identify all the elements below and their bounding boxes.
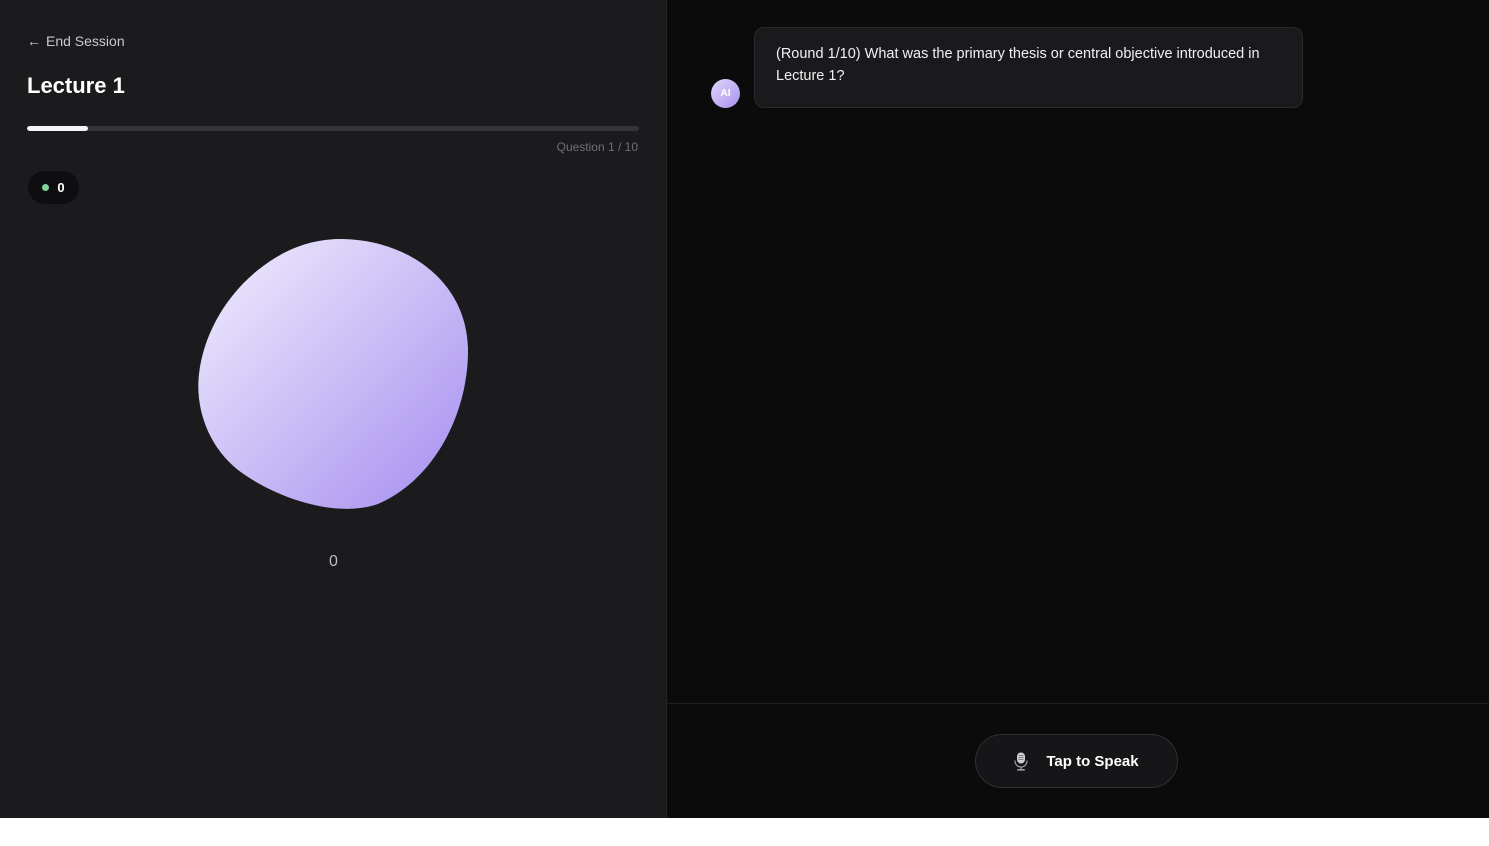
status-dot-icon: [42, 184, 50, 191]
app-window: ← End Session Lecture 1 Question 1 / 10 …: [0, 0, 1489, 818]
chat-panel: AI (Round 1/10) What was the primary the…: [667, 0, 1489, 818]
voice-controls: Tap to Speak: [667, 703, 1489, 818]
session-panel: ← End Session Lecture 1 Question 1 / 10 …: [0, 0, 667, 818]
chat-message: (Round 1/10) What was the primary thesis…: [754, 27, 1303, 108]
end-session-label: End Session: [46, 33, 125, 49]
arrow-left-icon: ←: [27, 33, 41, 49]
tap-to-speak-label: Tap to Speak: [1046, 752, 1139, 770]
score-badge: 0: [28, 171, 79, 204]
microphone-icon: [1014, 752, 1029, 771]
question-counter: Question 1 / 10: [556, 140, 638, 154]
voice-orb-shape: [198, 238, 468, 509]
score-value: 0: [57, 180, 65, 195]
voice-orb: [198, 238, 468, 509]
tap-to-speak-button[interactable]: Tap to Speak: [975, 734, 1178, 788]
session-progress-fill: [27, 126, 89, 131]
end-session-button[interactable]: ← End Session: [27, 33, 125, 49]
session-progress-bar: [27, 126, 639, 131]
orb-value: 0: [329, 553, 338, 570]
page-title: Lecture 1: [27, 73, 125, 98]
avatar: AI: [711, 79, 740, 108]
